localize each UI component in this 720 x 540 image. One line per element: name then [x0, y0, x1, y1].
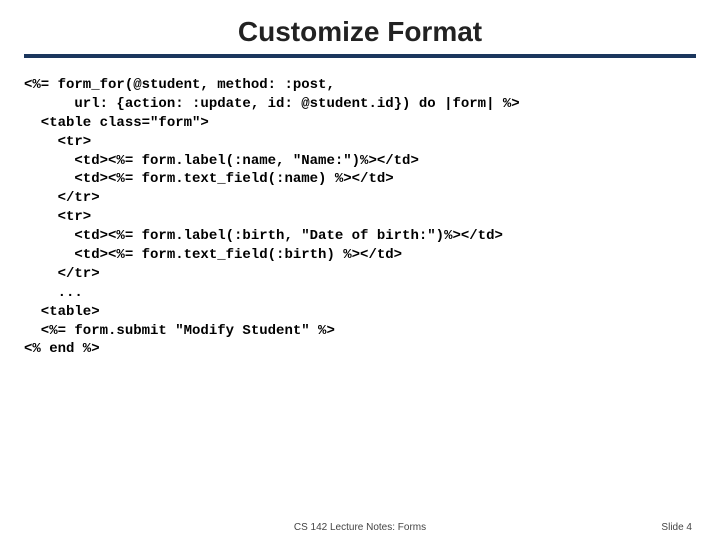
page-title: Customize Format [24, 16, 696, 48]
code-block: <%= form_for(@student, method: :post, ur… [24, 76, 696, 359]
slide-container: Customize Format <%= form_for(@student, … [0, 0, 720, 540]
title-divider [24, 54, 696, 58]
footer-right-text: Slide 4 [661, 522, 692, 533]
footer-center-text: CS 142 Lecture Notes: Forms [294, 522, 426, 533]
